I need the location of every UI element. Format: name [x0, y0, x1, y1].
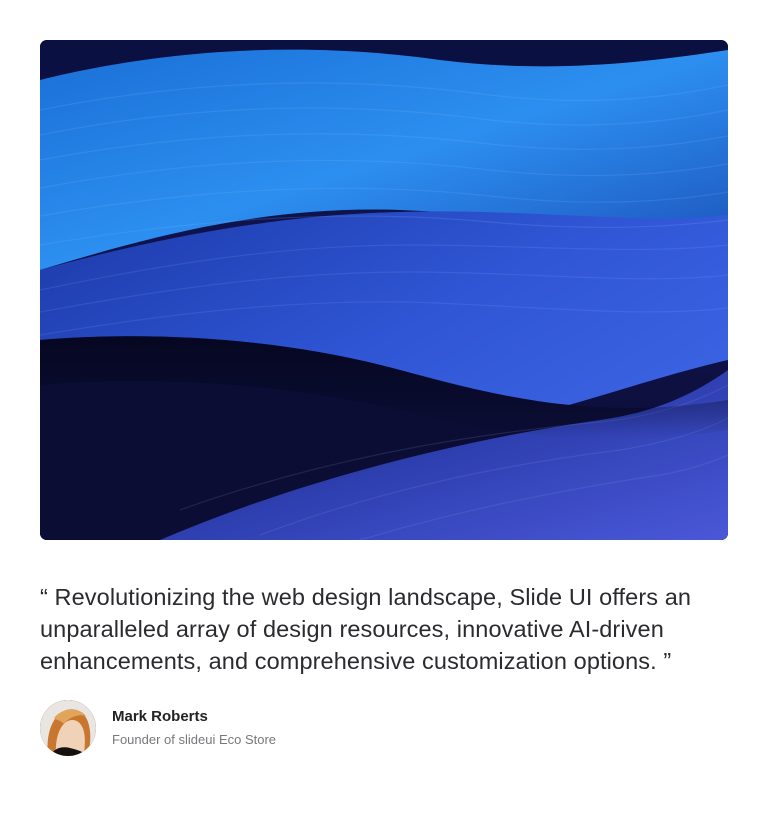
hero-image [40, 40, 728, 540]
author-name: Mark Roberts [112, 708, 208, 725]
author-photo [40, 700, 96, 756]
avatar [40, 700, 96, 756]
author-block: Mark Roberts Founder of slideui Eco Stor… [40, 700, 728, 756]
testimonial-card: “ Revolutionizing the web design landsca… [40, 40, 728, 756]
blue-waves-image [40, 40, 728, 540]
author-meta: Mark Roberts Founder of slideui Eco Stor… [112, 707, 276, 749]
testimonial-quote: “ Revolutionizing the web design landsca… [40, 584, 692, 674]
author-role: Founder of slideui Eco Store [112, 732, 277, 747]
